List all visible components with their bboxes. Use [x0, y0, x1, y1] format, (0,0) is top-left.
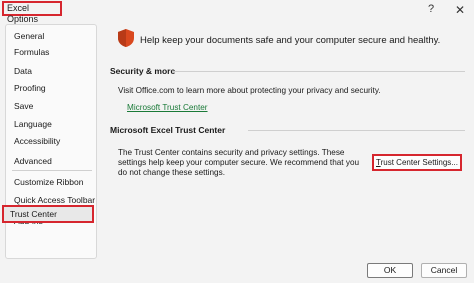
trust-section-text: The Trust Center contains security and p… [118, 148, 360, 177]
window-title: Excel Options [2, 1, 62, 24]
sidebar-item-customize-ribbon[interactable]: Customize Ribbon [14, 176, 83, 188]
security-section-title: Security & more [110, 66, 176, 76]
sidebar-item-data[interactable]: Data [14, 65, 32, 77]
trust-center-settings-button[interactable]: Trust Center Settings... [372, 154, 462, 171]
title-bar: Excel Options ? ✕ [0, 0, 474, 24]
sidebar-item-formulas[interactable]: Formulas [14, 46, 49, 58]
cancel-button[interactable]: Cancel [421, 263, 467, 278]
sidebar-item-save[interactable]: Save [14, 100, 33, 112]
sidebar-item-language[interactable]: Language [14, 118, 52, 130]
help-icon[interactable]: ? [428, 3, 434, 15]
page-header-text: Help keep your documents safe and your c… [140, 35, 441, 46]
section-divider [172, 71, 465, 72]
microsoft-trust-center-link[interactable]: Microsoft Trust Center [127, 103, 208, 112]
options-sidebar: General Formulas Data Proofing Save Lang… [5, 24, 97, 259]
security-section-text: Visit Office.com to learn more about pro… [118, 86, 381, 95]
ok-button[interactable]: OK [367, 263, 413, 278]
button-label: rust Center Settings... [380, 158, 458, 167]
trust-section-title: Microsoft Excel Trust Center [110, 125, 226, 135]
close-icon[interactable]: ✕ [455, 3, 465, 17]
sidebar-separator [12, 170, 92, 171]
sidebar-item-accessibility[interactable]: Accessibility [14, 135, 60, 147]
sidebar-item-general[interactable]: General [14, 30, 44, 42]
sidebar-item-label: Trust Center [10, 209, 57, 219]
sidebar-item-advanced[interactable]: Advanced [14, 155, 52, 167]
sidebar-item-proofing[interactable]: Proofing [14, 82, 46, 94]
shield-icon [118, 29, 134, 47]
sidebar-item-trust-center[interactable]: Trust Center [2, 205, 94, 223]
section-divider [248, 130, 465, 131]
